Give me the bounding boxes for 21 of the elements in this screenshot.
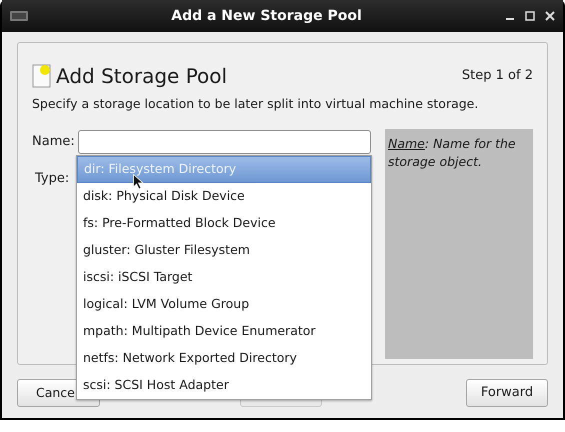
- step-indicator: Step 1 of 2: [462, 67, 533, 86]
- mouse-cursor-icon: [133, 174, 144, 190]
- type-option[interactable]: fs: Pre-Formatted Block Device: [77, 210, 371, 237]
- forward-button[interactable]: Forward: [466, 379, 548, 407]
- type-option[interactable]: iscsi: iSCSI Target: [77, 264, 371, 291]
- name-label: Name:: [32, 133, 76, 151]
- type-label: Type:: [35, 170, 70, 186]
- page-title: Add Storage Pool: [56, 63, 228, 90]
- app-icon: [10, 11, 28, 21]
- type-option[interactable]: mpath: Multipath Device Enumerator: [77, 318, 371, 345]
- type-option[interactable]: disk: Physical Disk Device: [77, 183, 371, 210]
- name-field[interactable]: [78, 130, 371, 154]
- maximize-icon[interactable]: [525, 11, 535, 21]
- page-icon: [32, 64, 52, 88]
- window-title: Add a New Storage Pool: [170, 6, 363, 26]
- type-option[interactable]: logical: LVM Volume Group: [77, 291, 371, 318]
- type-option[interactable]: netfs: Network Exported Directory: [77, 345, 371, 372]
- type-option[interactable]: gluster: Gluster Filesystem: [77, 237, 371, 264]
- description-text: Specify a storage location to be later split into virtual machine storage.: [32, 95, 480, 113]
- close-icon[interactable]: [545, 11, 555, 21]
- help-text: Name: Name for the storage object.: [388, 134, 517, 171]
